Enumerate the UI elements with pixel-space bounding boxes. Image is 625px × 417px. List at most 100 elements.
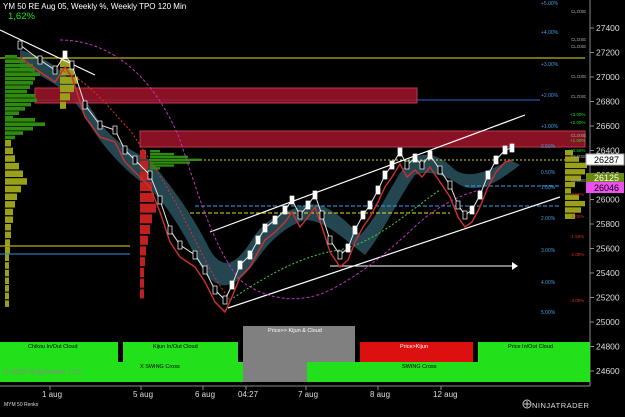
profile-bar	[5, 111, 19, 115]
profile-bar	[140, 246, 146, 256]
time-tick-label: 12 aug	[433, 390, 457, 399]
profile-bar	[5, 59, 25, 63]
profile-bar	[5, 178, 27, 185]
pct-level-label: +4.00%	[541, 30, 559, 36]
profile-bar	[5, 72, 40, 76]
copyright-text: © 2019 NinjaTrader, LLC	[4, 369, 82, 376]
renko-brick	[192, 250, 198, 260]
renko-brick	[282, 205, 288, 215]
profile-bar	[5, 94, 35, 98]
level-label-small: -0.50%	[570, 192, 584, 197]
profile-bar	[5, 68, 35, 72]
renko-brick	[157, 195, 163, 205]
level-label-small: +2.00%	[570, 120, 585, 125]
chart-window[interactable]: 2740027200270002680026600264002620026000…	[0, 0, 625, 412]
renko-brick	[62, 50, 68, 60]
profile-bar	[5, 162, 19, 170]
renko-brick	[447, 180, 453, 190]
profile-bar	[5, 122, 45, 127]
close-tag: CLOSE	[571, 94, 586, 99]
renko-brick	[337, 250, 343, 260]
pct-level-label: 0.50%	[541, 144, 556, 150]
renko-brick	[69, 60, 75, 70]
renko-brick	[167, 225, 173, 235]
profile-bar	[5, 118, 35, 122]
price-tick-label: 25800	[596, 219, 620, 229]
profile-bar	[5, 254, 9, 261]
profile-bar	[5, 155, 15, 162]
profile-bar	[5, 126, 33, 131]
profile-bar	[5, 140, 11, 147]
level-label-small: -1.00%	[570, 214, 584, 219]
renko-brick	[52, 65, 58, 75]
level-label-small: +1.00%	[570, 138, 585, 143]
renko-brick	[82, 100, 88, 110]
renko-brick	[427, 150, 433, 160]
level-label-small: -1.50%	[570, 234, 584, 239]
profile-bar	[5, 55, 17, 59]
profile-bar	[60, 101, 66, 109]
profile-bar	[565, 169, 585, 175]
profile-bar	[5, 262, 9, 269]
renko-brick	[437, 165, 443, 175]
profile-bar	[5, 131, 23, 135]
profile-bar	[565, 200, 585, 207]
profile-bar	[5, 231, 11, 239]
marker-3-label: 26046	[594, 183, 619, 193]
current-price-label: 26287	[594, 155, 619, 165]
time-tick-label: 8 aug	[370, 390, 390, 399]
profile-bar	[5, 147, 13, 155]
chart-title: YM 50 RE Aug 05, Weekly %, Weekly TPO 12…	[3, 2, 187, 11]
price-tick-label: 25000	[596, 317, 620, 327]
price-chart[interactable]: 2740027200270002680026600264002620026000…	[0, 0, 625, 412]
pct-level-label: 3.00%	[541, 248, 556, 254]
profile-bar	[140, 203, 156, 213]
change-percent: 1,62%	[8, 11, 35, 22]
close-tag: CLOSE	[571, 133, 586, 138]
profile-bar	[150, 150, 160, 153]
price-tick-label: 25400	[596, 268, 620, 278]
renko-brick	[412, 153, 418, 163]
close-tag: CLOSE	[571, 178, 586, 183]
renko-brick	[202, 265, 208, 275]
profile-bar	[5, 81, 33, 85]
renko-brick	[222, 295, 228, 305]
renko-brick	[345, 243, 351, 253]
profile-bar	[565, 207, 581, 213]
renko-brick	[477, 190, 483, 200]
profile-bar	[60, 85, 74, 93]
close-tag: CLOSE	[571, 74, 586, 79]
profile-bar	[5, 246, 10, 254]
price-tick-label: 27000	[596, 72, 620, 82]
level-label-small: -2.00%	[570, 252, 584, 257]
panel-label-x-swing: X SWING Cross	[140, 364, 180, 370]
profile-bar	[5, 239, 10, 246]
price-tick-label: 26600	[596, 121, 620, 131]
profile-bar	[140, 235, 148, 245]
renko-brick	[352, 225, 358, 235]
profile-bar	[150, 152, 174, 156]
panel-label-price-kijun-cloud: Price>> Kijun & Cloud	[268, 328, 322, 334]
renko-brick	[419, 160, 425, 170]
price-tick-label: 24800	[596, 342, 620, 352]
renko-brick	[404, 160, 410, 170]
profile-bar	[5, 224, 11, 231]
renko-brick	[229, 280, 235, 290]
pct-level-label: 1.00%	[541, 185, 556, 191]
time-tick-label: 5 aug	[133, 390, 153, 399]
profile-bar	[5, 269, 9, 277]
pct-level-label: +3.00%	[541, 62, 559, 68]
renko-brick	[37, 55, 43, 65]
profile-bar	[5, 292, 9, 300]
pct-level-label: +1.00%	[541, 124, 559, 130]
panel-label-price-cloud: Price In/Out Cloud	[508, 344, 553, 350]
renko-brick	[289, 195, 295, 205]
profile-bar	[140, 225, 150, 235]
profile-bar	[150, 158, 202, 161]
renko-brick	[509, 143, 515, 153]
price-tick-label: 27400	[596, 23, 620, 33]
renko-brick	[455, 200, 461, 210]
profile-bar	[60, 76, 78, 84]
renko-brick	[493, 155, 499, 165]
profile-bar	[140, 150, 146, 160]
